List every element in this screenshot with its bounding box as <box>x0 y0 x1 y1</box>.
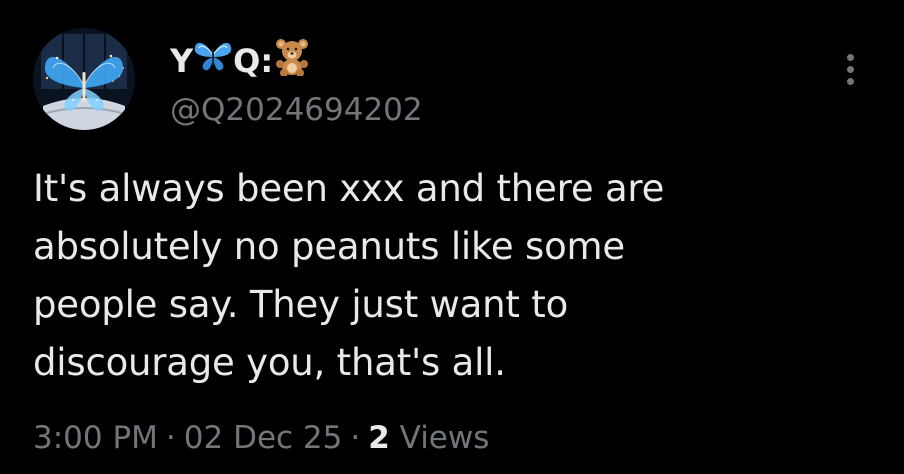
display-name-suffix: Q: <box>233 41 274 80</box>
author-display-name[interactable]: Y Q: <box>170 36 423 85</box>
tweet-card: Y Q: @Q2024694202 It's always been xxx a… <box>0 0 904 474</box>
more-options-button[interactable] <box>836 50 866 90</box>
views-count: 2 <box>368 420 390 456</box>
tweet-text: It's always been xxx and there are absol… <box>33 167 665 384</box>
tweet-meta: 3:00 PM · 02 Dec 25 · 2 Views <box>33 416 489 460</box>
butterfly-emoji-icon <box>193 39 233 82</box>
more-vertical-icon-dot-top <box>847 54 854 61</box>
teddy-bear-emoji-icon <box>273 36 311 85</box>
tweet-time[interactable]: 3:00 PM <box>33 420 158 456</box>
author-header: Y Q: @Q2024694202 <box>170 36 423 129</box>
avatar-butterfly-image <box>33 28 135 130</box>
author-handle[interactable]: @Q2024694202 <box>170 91 423 129</box>
meta-separator: · <box>350 420 361 456</box>
avatar[interactable] <box>33 28 135 130</box>
more-vertical-icon-dot-middle <box>847 66 854 73</box>
display-name-prefix: Y <box>170 41 194 80</box>
tweet-date[interactable]: 02 Dec 25 <box>184 420 343 456</box>
more-vertical-icon-dot-bottom <box>847 78 854 85</box>
views-label: Views <box>399 420 490 456</box>
meta-separator: · <box>165 420 176 456</box>
